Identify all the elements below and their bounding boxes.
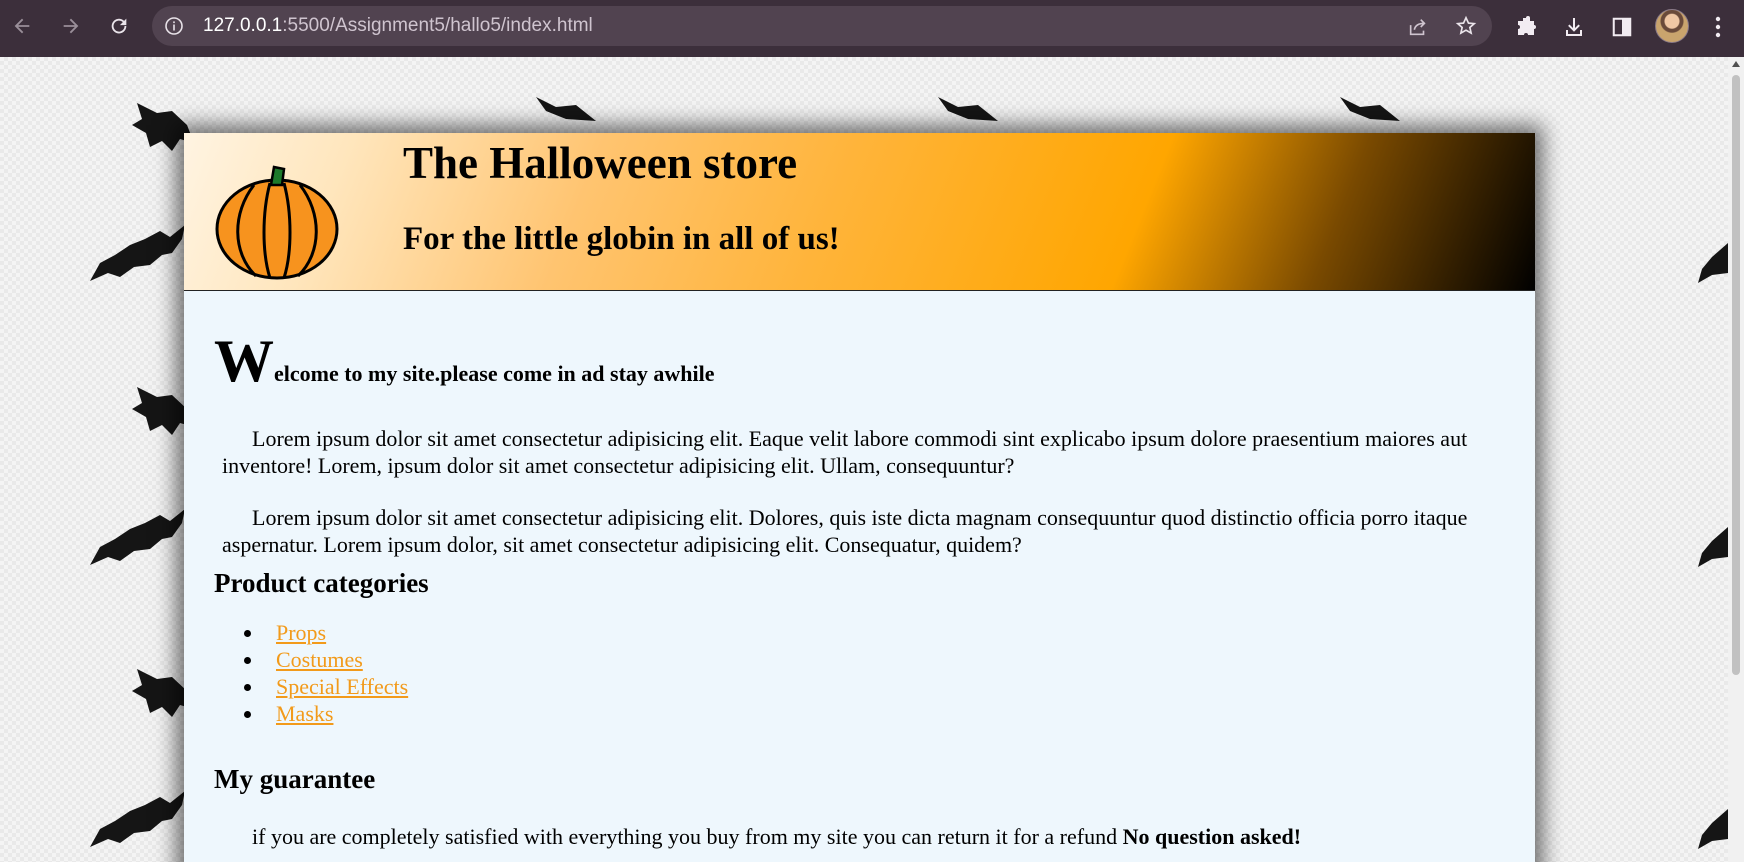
puzzle-icon <box>1518 16 1536 35</box>
side-panel-button[interactable] <box>1605 10 1639 44</box>
download-icon <box>1566 18 1582 36</box>
list-item: Special Effects <box>214 673 408 700</box>
page-container: The Halloween store For the little globi… <box>184 133 1535 862</box>
welcome-text: elcome to my site.please come in ad stay… <box>274 361 715 386</box>
intro-paragraph-1: Lorem ipsum dolor sit amet consectetur a… <box>222 426 1468 478</box>
site-title: The Halloween store <box>403 138 798 188</box>
scrollbar-thumb[interactable] <box>1732 75 1740 675</box>
bat-icon <box>1698 809 1728 849</box>
reload-icon <box>111 18 127 34</box>
bat-icon <box>1698 527 1728 567</box>
categories-heading: Product categories <box>214 568 429 598</box>
url-path: :5500/Assignment5/hallo5/index.html <box>282 15 593 36</box>
welcome-dropcap: W <box>214 328 274 394</box>
bat-icon <box>90 509 185 565</box>
url-text: 127.0.0.1:5500/Assignment5/hallo5/index.… <box>203 15 593 37</box>
category-link-costumes[interactable]: Costumes <box>276 647 363 672</box>
side-panel-icon <box>1612 17 1632 37</box>
address-bar[interactable]: 127.0.0.1:5500/Assignment5/hallo5/index.… <box>152 6 1492 46</box>
bookmark-star-icon[interactable] <box>1455 15 1477 37</box>
bat-icon <box>1340 97 1400 121</box>
categories-list: Props Costumes Special Effects Masks <box>214 619 408 727</box>
site-header: The Halloween store For the little globi… <box>184 133 1535 291</box>
reload-button[interactable] <box>103 10 135 42</box>
back-arrow-icon <box>14 18 30 34</box>
page-viewport: The Halloween store For the little globi… <box>0 57 1728 862</box>
url-host: 127.0.0.1 <box>203 15 283 36</box>
guarantee-paragraph: if you are completely satisfied with eve… <box>222 823 1522 850</box>
site-info-icon[interactable] <box>164 16 184 36</box>
list-item: Costumes <box>214 646 408 673</box>
intro-paragraph-2: Lorem ipsum dolor sit amet consectetur a… <box>222 505 1468 557</box>
site-tagline: For the little globin in all of us! <box>403 221 840 257</box>
profile-avatar[interactable] <box>1655 9 1689 43</box>
bat-icon <box>90 225 185 281</box>
category-link-special-effects[interactable]: Special Effects <box>276 674 408 699</box>
welcome-heading: Welcome to my site.please come in ad sta… <box>214 331 715 391</box>
downloads-button[interactable] <box>1557 10 1591 44</box>
extensions-button[interactable] <box>1509 10 1543 44</box>
bat-icon <box>1698 243 1728 283</box>
category-link-masks[interactable]: Masks <box>276 701 333 726</box>
guarantee-heading: My guarantee <box>214 764 376 794</box>
guarantee-text: if you are completely satisfied with eve… <box>252 824 1123 849</box>
share-icon[interactable] <box>1407 16 1429 38</box>
category-link-props[interactable]: Props <box>276 620 326 645</box>
list-item: Props <box>214 619 408 646</box>
more-vertical-icon <box>1715 16 1721 38</box>
forward-button[interactable] <box>55 10 87 42</box>
back-button[interactable] <box>6 10 38 42</box>
list-item: Masks <box>214 700 408 727</box>
bat-icon <box>90 791 185 847</box>
pumpkin-icon <box>215 165 339 280</box>
scroll-up-arrow-icon[interactable] <box>1732 61 1740 67</box>
browser-toolbar: 127.0.0.1:5500/Assignment5/hallo5/index.… <box>0 0 1744 57</box>
menu-button[interactable] <box>1701 10 1735 44</box>
vertical-scrollbar[interactable] <box>1728 57 1744 862</box>
bat-icon <box>536 97 596 121</box>
bat-icon <box>938 97 998 121</box>
guarantee-emphasis: No question asked! <box>1122 824 1302 849</box>
forward-arrow-icon <box>63 18 79 34</box>
